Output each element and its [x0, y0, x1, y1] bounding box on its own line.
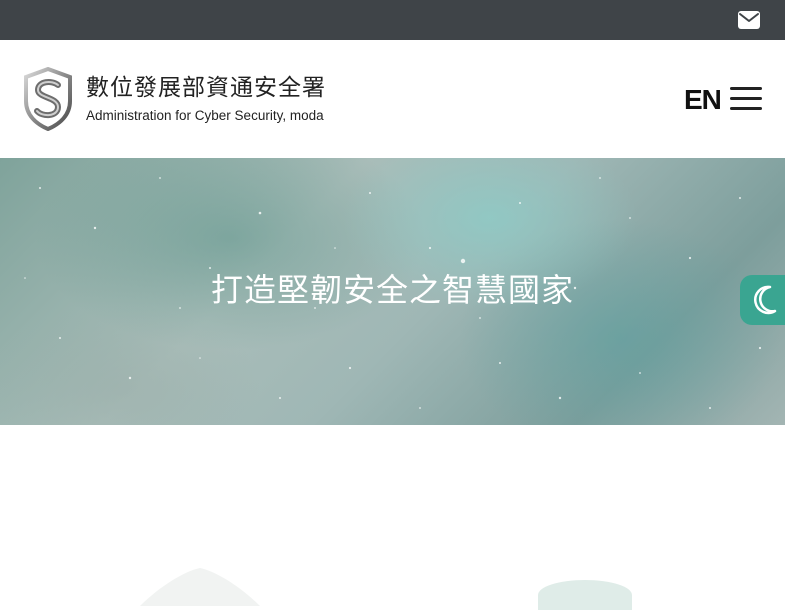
dark-mode-toggle[interactable] [740, 275, 785, 325]
language-toggle[interactable]: EN [684, 85, 722, 115]
site-header: 數位發展部資通安全署 Administration for Cyber Secu… [0, 40, 785, 158]
shield-logo-icon [24, 67, 72, 131]
site-logo[interactable]: 數位發展部資通安全署 Administration for Cyber Secu… [22, 67, 352, 133]
hero-banner: 打造堅韌安全之智慧國家 [0, 158, 785, 425]
mail-icon[interactable] [738, 11, 760, 29]
moon-icon [754, 285, 777, 315]
section-illustration-left [140, 568, 260, 606]
hero-slogan: 打造堅韌安全之智慧國家 [210, 271, 574, 309]
section-illustration-right [538, 580, 632, 610]
agency-name-en: Administration for Cyber Security, moda [86, 108, 324, 123]
top-utility-bar [0, 0, 785, 40]
hamburger-menu-icon[interactable] [730, 86, 762, 112]
agency-name-zh: 數位發展部資通安全署 [86, 75, 326, 101]
